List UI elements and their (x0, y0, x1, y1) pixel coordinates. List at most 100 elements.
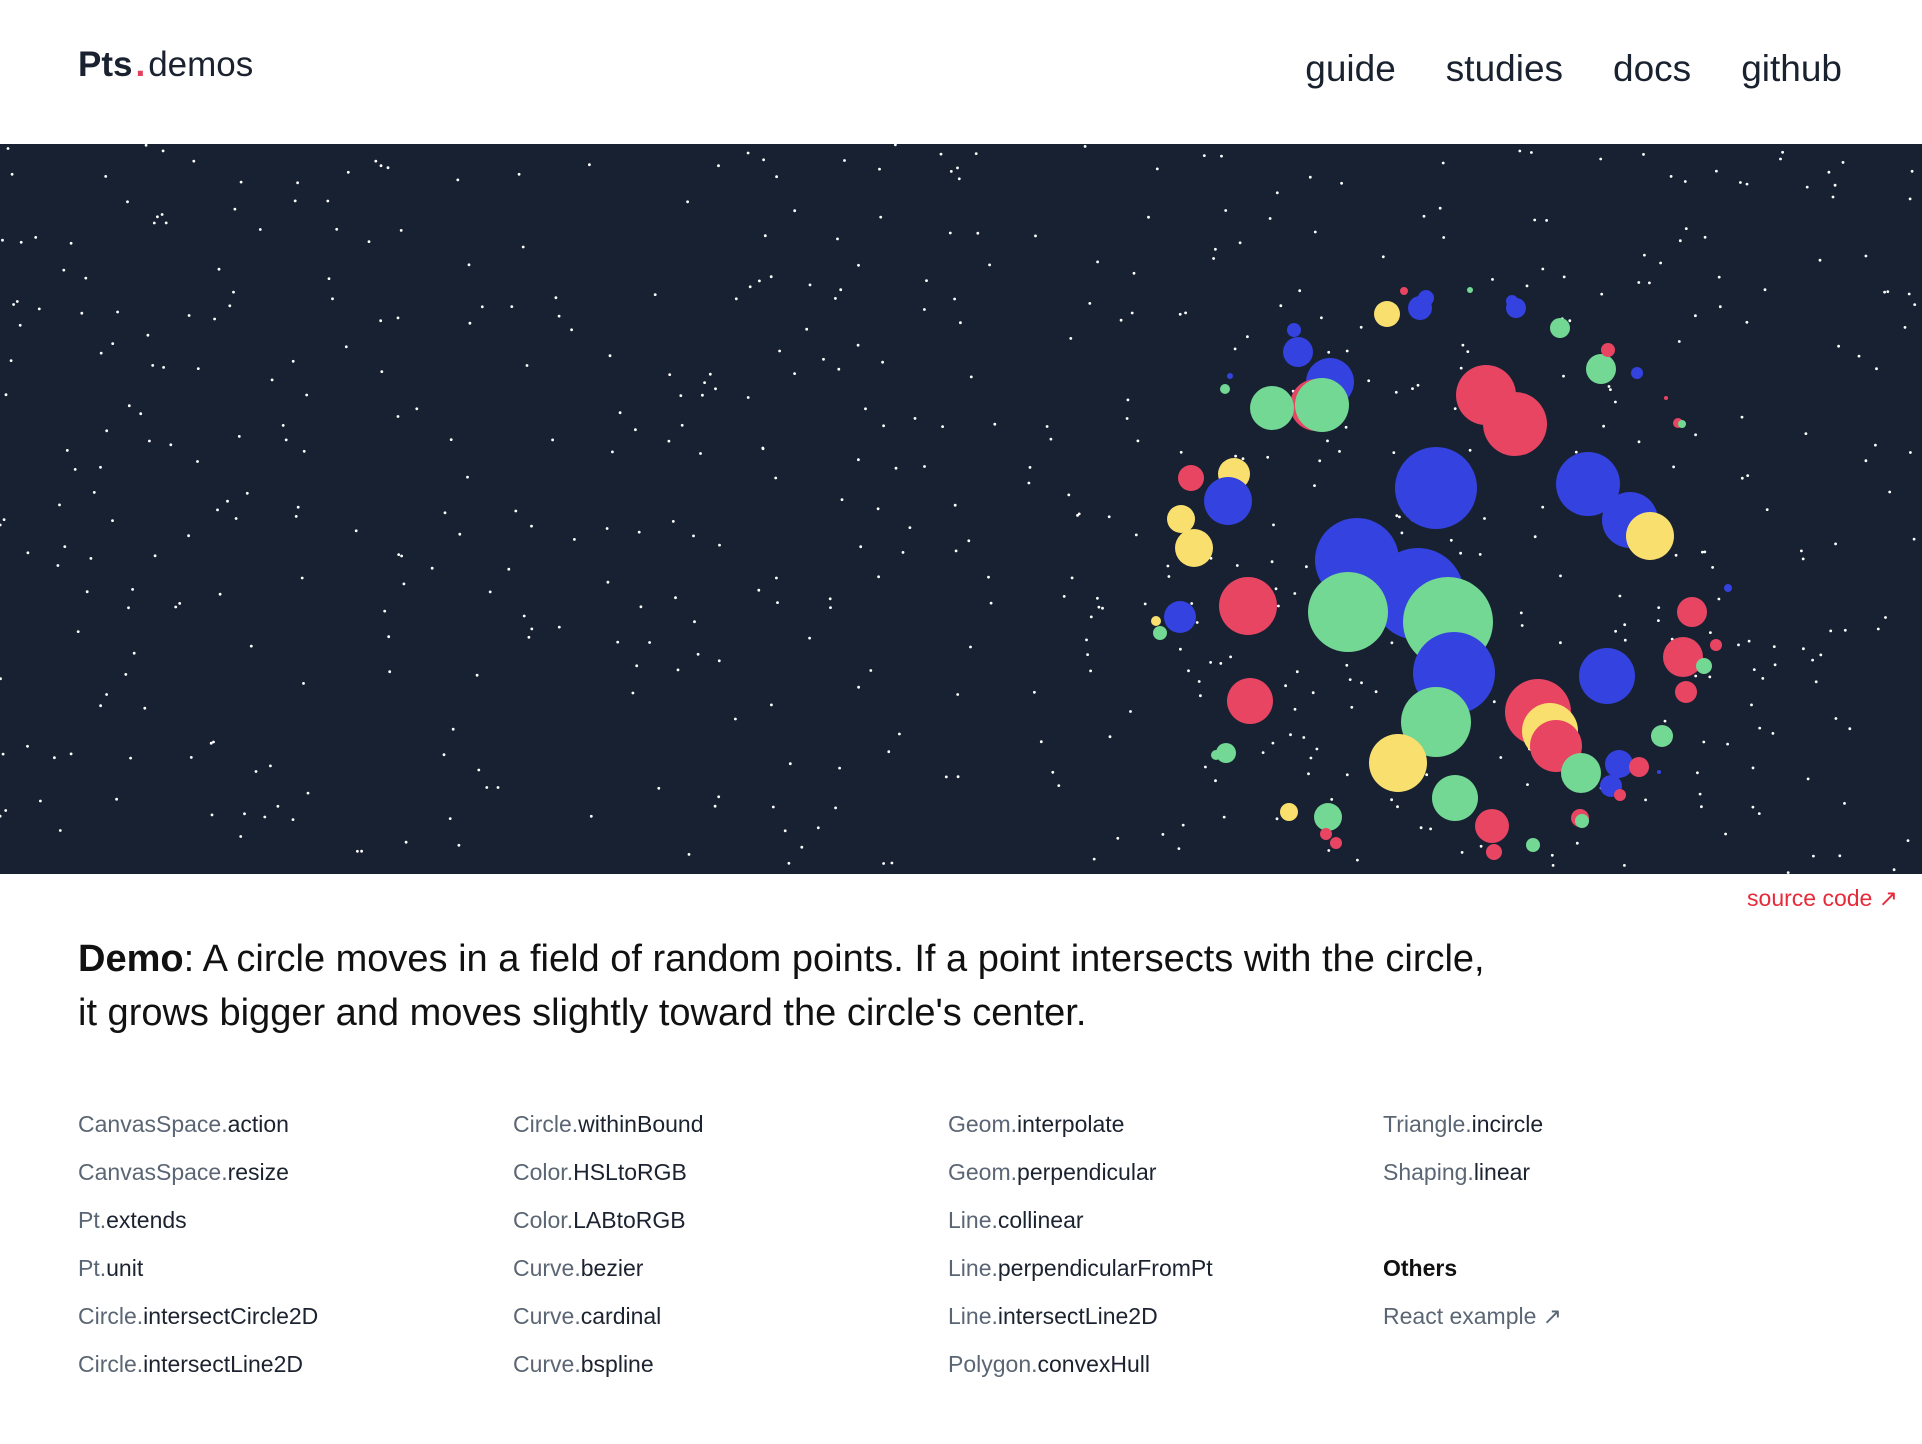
field-point (1390, 641, 1394, 645)
api-link[interactable]: Line.collinear (948, 1207, 1084, 1233)
field-point (1302, 736, 1306, 739)
api-item: Curve.cardinal (513, 1300, 948, 1348)
grown-point-circle (1153, 626, 1167, 640)
field-point (969, 375, 973, 379)
field-point (1039, 740, 1043, 744)
field-point (1752, 668, 1756, 671)
api-item: Curve.bezier (513, 1252, 948, 1300)
field-point (388, 670, 392, 674)
field-point (217, 267, 221, 271)
field-point (1179, 450, 1183, 454)
api-link[interactable]: Curve.cardinal (513, 1303, 661, 1329)
api-link[interactable]: Triangle.incircle (1383, 1111, 1543, 1137)
field-point (1703, 235, 1707, 239)
nav-docs[interactable]: docs (1613, 48, 1691, 90)
field-point (1520, 624, 1524, 627)
field-point (1834, 542, 1837, 546)
field-point (616, 640, 620, 644)
field-point (800, 845, 804, 849)
field-point (216, 508, 219, 512)
api-link[interactable]: Circle.intersectLine2D (78, 1351, 303, 1377)
api-link[interactable]: CanvasSpace.action (78, 1111, 289, 1137)
field-point (1238, 241, 1242, 245)
api-link[interactable]: Polygon.convexHull (948, 1351, 1150, 1377)
brand-logo[interactable]: Pts . demos (78, 45, 253, 85)
field-point (554, 296, 558, 300)
field-point (1219, 662, 1223, 665)
api-link[interactable]: Shaping.linear (1383, 1159, 1530, 1185)
api-link[interactable]: Line.perpendicularFromPt (948, 1255, 1213, 1281)
field-point (1209, 661, 1212, 664)
field-point (442, 753, 446, 757)
field-point (63, 545, 67, 548)
field-point (152, 221, 156, 225)
field-point (769, 275, 773, 279)
field-point (161, 149, 165, 153)
field-point (232, 290, 235, 294)
nav-guide[interactable]: guide (1305, 48, 1396, 90)
field-point (517, 172, 521, 176)
field-point (956, 166, 959, 170)
field-point (1411, 387, 1414, 390)
field-point (1491, 278, 1494, 281)
grown-point-circle (1579, 648, 1635, 704)
field-point (228, 304, 232, 308)
demo-canvas-svg[interactable] (0, 144, 1922, 874)
api-link[interactable]: Curve.bspline (513, 1351, 654, 1377)
field-point (1841, 161, 1845, 164)
api-link[interactable]: Curve.bezier (513, 1255, 643, 1281)
field-point (1330, 798, 1334, 801)
field-point (857, 458, 860, 462)
field-point (367, 240, 371, 243)
source-code-link[interactable]: source code ↗ (1747, 885, 1898, 912)
field-point (1772, 645, 1776, 648)
field-point (793, 372, 796, 375)
field-point (699, 452, 702, 455)
field-point (404, 840, 408, 844)
field-point (949, 170, 953, 173)
api-item: Color.HSLtoRGB (513, 1156, 948, 1204)
field-point (1246, 335, 1249, 339)
field-point (1204, 765, 1207, 769)
field-point (1468, 448, 1472, 452)
api-link[interactable]: Circle.withinBound (513, 1111, 703, 1137)
field-point (296, 181, 299, 185)
field-point (1028, 466, 1032, 469)
api-link[interactable]: Line.intersectLine2D (948, 1303, 1158, 1329)
field-point (1913, 303, 1917, 306)
grown-point-circle (1561, 753, 1601, 793)
field-point (1819, 653, 1823, 657)
nav-github[interactable]: github (1741, 48, 1842, 90)
grown-point-circle (1678, 420, 1686, 428)
field-point (1669, 175, 1673, 178)
field-point (187, 534, 191, 538)
field-point (1568, 319, 1572, 323)
demo-canvas[interactable] (0, 144, 1922, 874)
field-point (1747, 639, 1751, 643)
api-link[interactable]: Geom.perpendicular (948, 1159, 1156, 1185)
field-point (608, 354, 612, 358)
field-point (1864, 254, 1868, 258)
nav-studies[interactable]: studies (1446, 48, 1563, 90)
react-example-link[interactable]: React example ↗ (1383, 1303, 1562, 1329)
api-link[interactable]: CanvasSpace.resize (78, 1159, 289, 1185)
field-point (882, 862, 885, 865)
api-link[interactable]: Color.LABtoRGB (513, 1207, 686, 1233)
api-link[interactable]: Pt.unit (78, 1255, 143, 1281)
api-link[interactable]: Geom.interpolate (948, 1111, 1124, 1137)
field-point (1277, 604, 1280, 608)
field-point (1609, 388, 1612, 391)
field-point (456, 178, 460, 182)
field-point (1235, 564, 1239, 567)
field-point (210, 813, 214, 817)
api-link[interactable]: Pt.extends (78, 1207, 187, 1233)
field-point (1222, 815, 1226, 819)
grown-point-circle (1631, 367, 1643, 379)
field-point (1864, 459, 1868, 463)
api-link[interactable]: Color.HSLtoRGB (513, 1159, 687, 1185)
api-link[interactable]: Circle.intersectCircle2D (78, 1303, 318, 1329)
field-point (923, 308, 926, 311)
field-point (1327, 849, 1331, 852)
field-point (1340, 181, 1343, 185)
field-point (1909, 451, 1912, 454)
